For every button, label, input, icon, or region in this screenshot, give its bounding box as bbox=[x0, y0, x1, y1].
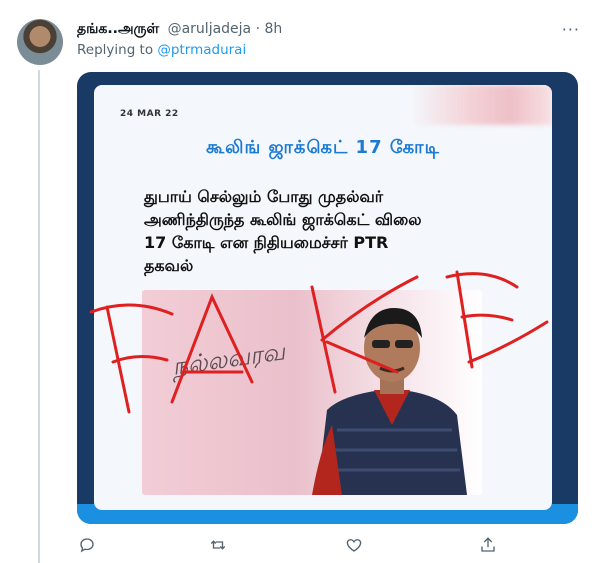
heart-icon[interactable] bbox=[344, 535, 364, 555]
reply-handle-link[interactable]: @ptrmadurai bbox=[157, 42, 246, 58]
news-headline: கூலிங் ஜாக்கெட் 17 கோடி bbox=[206, 137, 440, 158]
tweet-actions bbox=[77, 535, 507, 555]
news-date: 24 MAR 22 bbox=[120, 109, 179, 119]
separator: · bbox=[255, 21, 261, 37]
more-icon[interactable]: ··· bbox=[562, 20, 580, 39]
description-line: தகவல் bbox=[144, 256, 194, 275]
reply-context: Replying to @ptrmadurai bbox=[77, 42, 246, 58]
author-handle[interactable]: @aruljadeja bbox=[168, 21, 252, 37]
tweet-media-image[interactable]: 24 MAR 22 கூலிங் ஜாக்கெட் 17 கோடி துபாய்… bbox=[77, 72, 578, 524]
share-icon[interactable] bbox=[478, 535, 498, 555]
avatar[interactable] bbox=[17, 19, 63, 65]
retweet-icon[interactable] bbox=[208, 535, 228, 555]
tweet-time[interactable]: 8h bbox=[265, 21, 283, 37]
news-description: துபாய் செல்லும் போது முதல்வர் அணிந்திருந… bbox=[144, 185, 514, 277]
description-line: அணிந்திருந்த கூலிங் ஜாக்கெட் விலை bbox=[144, 210, 422, 229]
reply-icon[interactable] bbox=[77, 535, 97, 555]
description-line: 17 கோடி என நிதியமைச்சர் PTR bbox=[144, 233, 389, 252]
decorative-blur bbox=[412, 85, 552, 125]
thread-line bbox=[38, 70, 40, 563]
person-figure bbox=[312, 308, 467, 495]
tweet-header: தங்க..அருள் @aruljadeja · 8h bbox=[77, 21, 282, 39]
news-photo: நல்லவரவ bbox=[142, 290, 482, 495]
news-card: 24 MAR 22 கூலிங் ஜாக்கெட் 17 கோடி துபாய்… bbox=[94, 85, 552, 510]
description-line: துபாய் செல்லும் போது முதல்வர் bbox=[144, 187, 384, 206]
reply-prefix: Replying to bbox=[77, 42, 154, 58]
author-name[interactable]: தங்க..அருள் bbox=[77, 21, 159, 37]
